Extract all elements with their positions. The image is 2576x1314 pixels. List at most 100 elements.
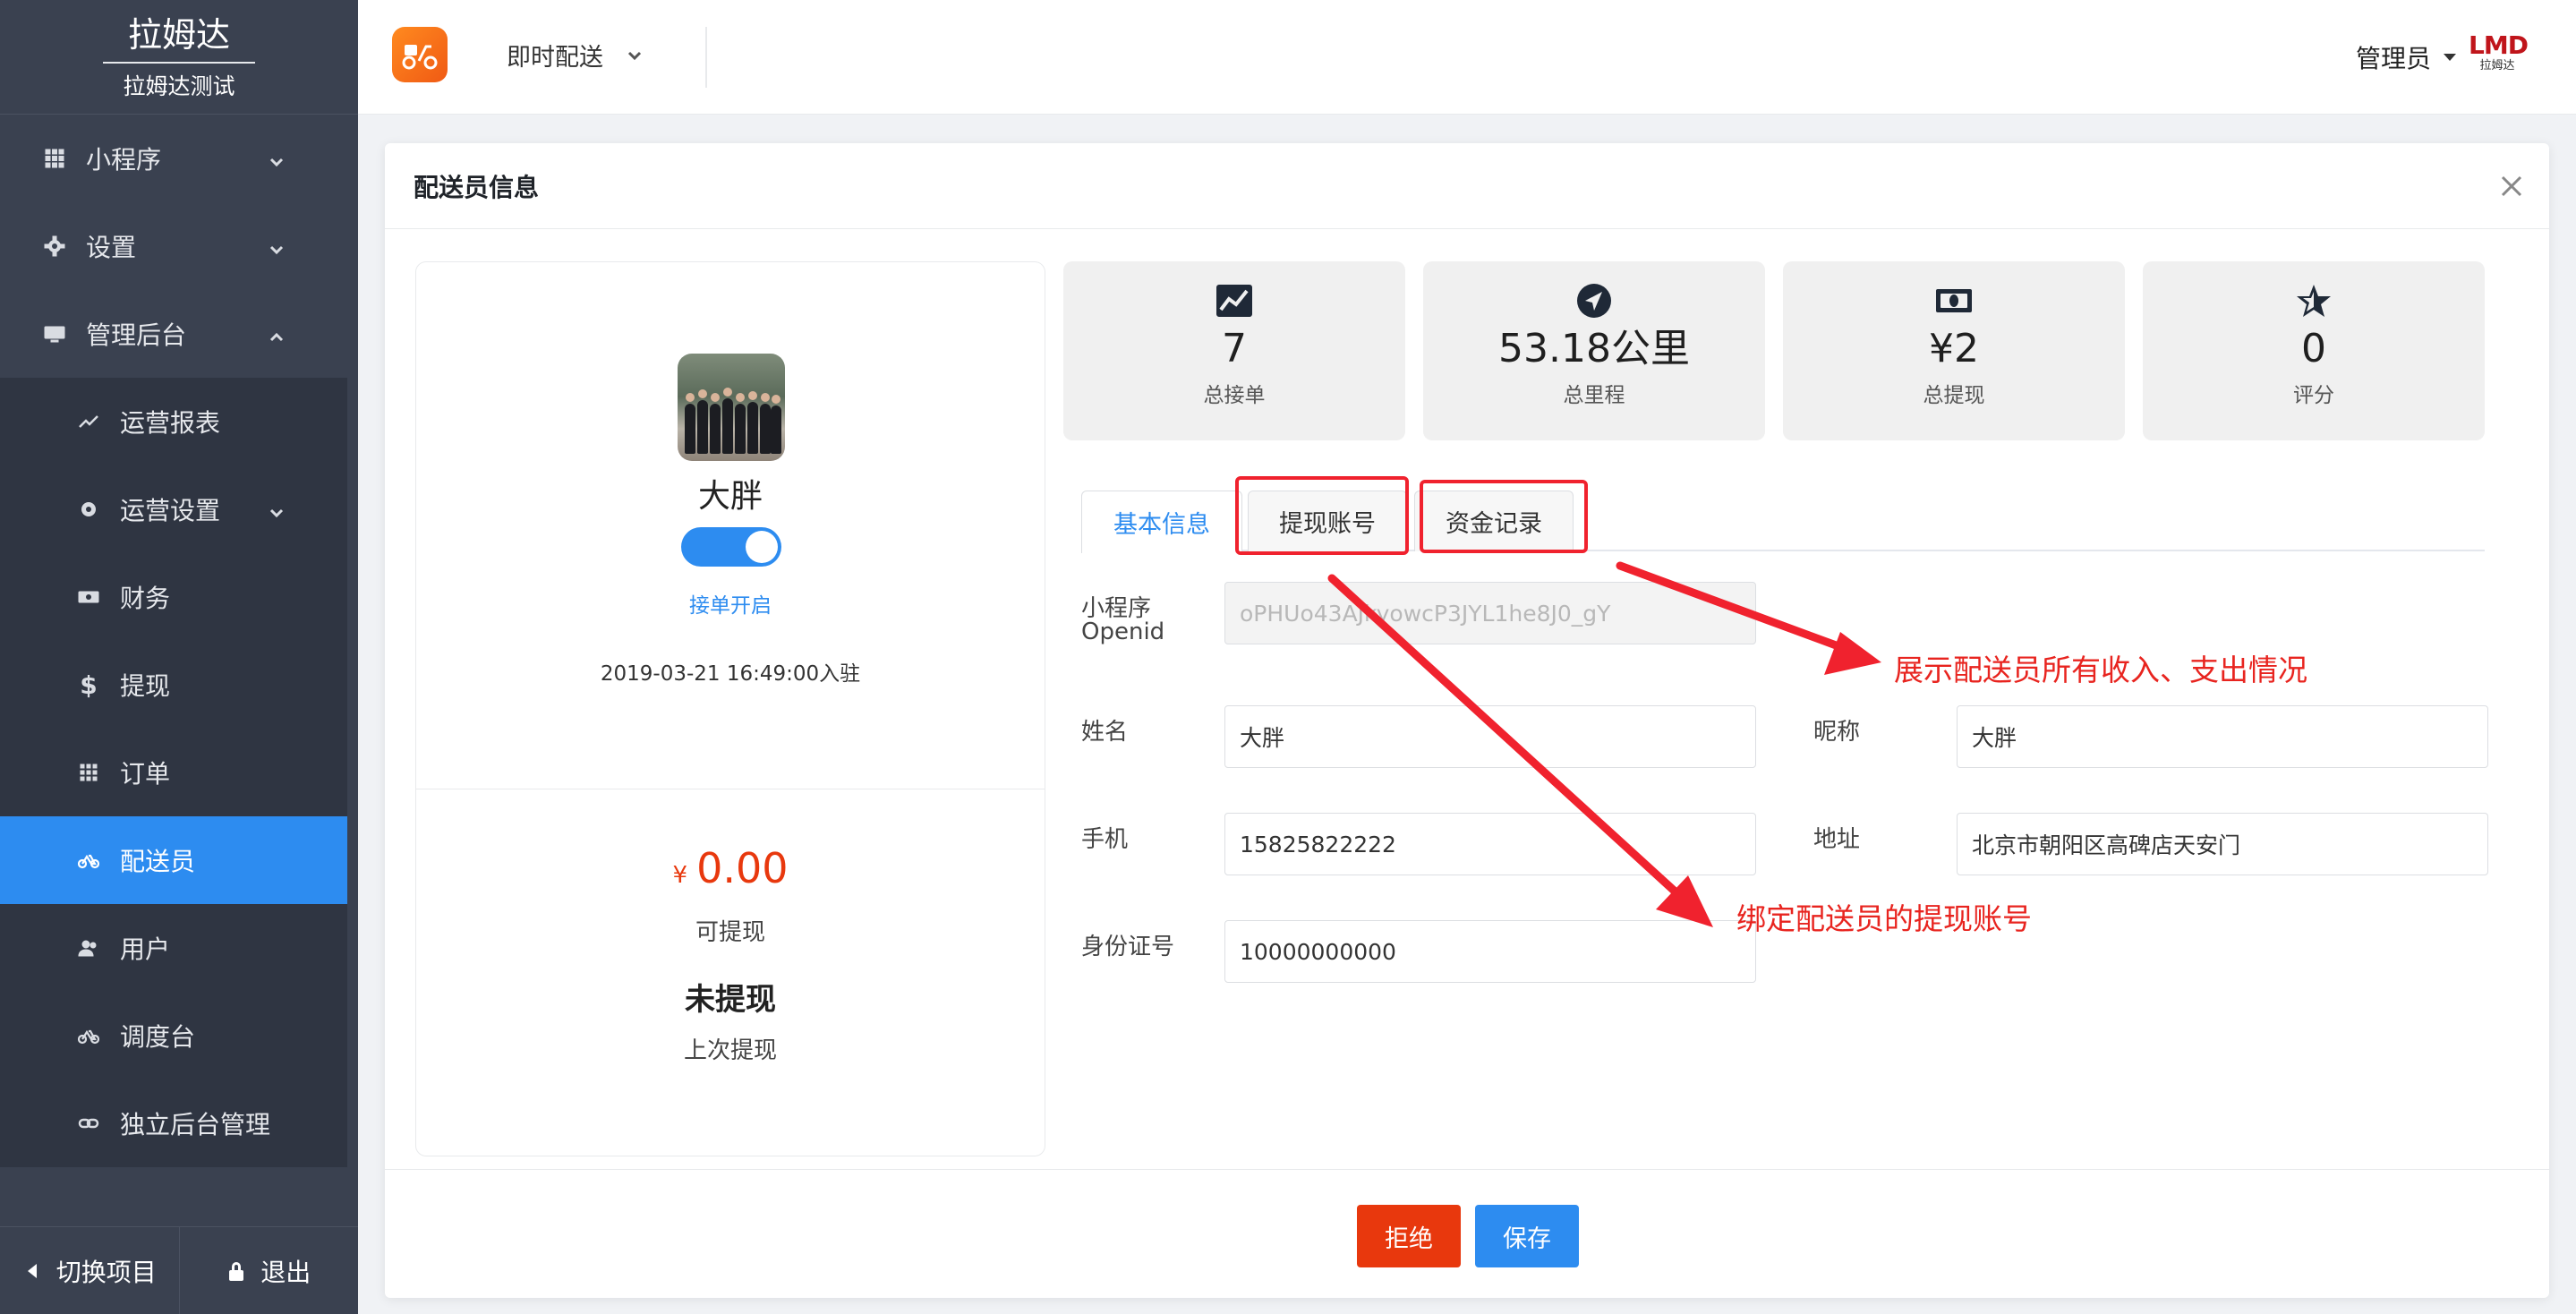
courier-info-modal: 配送员信息 大胖 接单开启 2019-03-21 16:49:00入驻 ¥0.0…	[385, 143, 2549, 1298]
logout-label: 退出	[260, 1257, 311, 1287]
openid-label-line1: 小程序	[1081, 595, 1152, 622]
location-arrow-icon	[1574, 283, 1614, 319]
chevron-down-icon	[267, 499, 286, 519]
sidebar-item-label: 财务	[120, 584, 171, 613]
sidebar-item-settings[interactable]: 设置	[0, 202, 358, 290]
logo-text: LMD	[2469, 30, 2529, 60]
save-button[interactable]: 保存	[1475, 1205, 1579, 1267]
switch-project-label: 切换项目	[55, 1257, 157, 1287]
chevron-down-icon	[627, 51, 642, 60]
sidebar-item-admin[interactable]: 管理后台	[0, 290, 358, 378]
annotation-records-note: 展示配送员所有收入、支出情况	[1894, 653, 2307, 687]
dollar-icon: $	[80, 670, 98, 700]
tab-basic-info[interactable]: 基本信息	[1081, 491, 1242, 553]
money-bill-icon	[1934, 283, 1974, 319]
address-field[interactable]: 北京市朝阳区高碑店天安门	[1957, 813, 2488, 875]
sidebar-item-label: 管理后台	[86, 320, 187, 350]
stat-label: 评分	[2293, 384, 2334, 407]
app-selector[interactable]: 即时配送	[507, 38, 644, 73]
grid-icon	[43, 147, 66, 170]
stat-value: 0	[2301, 326, 2326, 371]
toggle-label: 接单开启	[689, 594, 772, 618]
annotation-account-note: 绑定配送员的提现账号	[1736, 901, 2032, 936]
user-menu[interactable]: 管理员	[2356, 39, 2456, 75]
sidebar-item-label: 小程序	[86, 145, 162, 175]
gear-icon	[43, 235, 66, 258]
accept-orders-toggle[interactable]	[681, 527, 781, 567]
app-selector-value: 即时配送	[507, 44, 603, 72]
sidebar-nav: 小程序 设置 管理后台	[0, 115, 358, 378]
sidebar-item-withdraw[interactable]: $ 提现	[0, 641, 347, 729]
id-number-field[interactable]: 10000000000	[1224, 920, 1756, 983]
sidebar-item-label: 独立后台管理	[120, 1110, 271, 1139]
brand-subtitle: 拉姆达测试	[123, 73, 235, 99]
lock-icon	[229, 1261, 244, 1281]
sidebar-item-label: 配送员	[120, 847, 196, 876]
sidebar-item-miniprogram[interactable]: 小程序	[0, 115, 358, 202]
sidebar-item-label: 设置	[86, 233, 137, 262]
caret-down-icon	[2444, 54, 2456, 61]
withdraw-status: 未提现	[685, 982, 776, 1018]
phone-field[interactable]: 15825822222	[1224, 813, 1756, 875]
monitor-icon	[43, 322, 66, 346]
nickname-field[interactable]: 大胖	[1957, 705, 2488, 768]
admin-submenu: 运营报表 运营设置 财务 $ 提现 订单 配送员 用户 调度台 独立后台管理	[0, 378, 347, 1167]
sidebar-item-standalone-admin[interactable]: 独立后台管理	[0, 1079, 347, 1167]
openid-field[interactable]: oPHUo43AJkyowcP3JYL1he8J0_gY	[1224, 582, 1756, 644]
sidebar-item-dispatch[interactable]: 调度台	[0, 992, 347, 1079]
users-icon	[77, 936, 100, 960]
sidebar-item-reports[interactable]: 运营报表	[0, 378, 347, 465]
withdraw-label: 上次提现	[683, 1037, 777, 1064]
money-icon	[77, 585, 100, 609]
brand: 拉姆达 拉姆达测试	[0, 0, 358, 115]
cog-icon	[77, 498, 100, 521]
stat-value: 7	[1222, 326, 1247, 371]
trend-icon	[77, 410, 100, 433]
nickname-label: 昵称	[1813, 719, 1861, 746]
profile-card: 大胖 接单开启 2019-03-21 16:49:00入驻 ¥0.00 可提现 …	[415, 261, 1045, 1156]
brand-title: 拉姆达	[102, 13, 255, 64]
join-date: 2019-03-21 16:49:00入驻	[600, 662, 861, 686]
sidebar-item-label: 运营报表	[120, 408, 221, 438]
highlight-box-fund-records	[1420, 480, 1588, 553]
chevron-down-icon	[267, 149, 286, 168]
stat-label: 总提现	[1923, 384, 1985, 407]
stat-label: 总接单	[1203, 384, 1266, 407]
sidebar-item-label: 运营设置	[120, 496, 221, 525]
available-balance: ¥0.00	[416, 844, 1045, 892]
phone-label: 手机	[1081, 826, 1129, 853]
bicycle-icon	[77, 849, 100, 872]
modal-title: 配送员信息	[385, 143, 2549, 229]
address-label: 地址	[1813, 826, 1861, 853]
sidebar-footer: 切换项目 退出	[0, 1226, 358, 1314]
courier-name: 大胖	[697, 478, 763, 515]
sidebar-item-couriers[interactable]: 配送员	[0, 816, 347, 904]
stat-label: 总里程	[1563, 384, 1625, 407]
switch-project-button[interactable]: 切换项目	[0, 1227, 179, 1314]
balance-label: 可提现	[695, 919, 765, 946]
grid-icon	[77, 761, 100, 784]
top-header: 即时配送 管理员 LMD 拉姆达	[358, 0, 2576, 115]
close-icon[interactable]	[2499, 174, 2524, 199]
sidebar-item-label: 调度台	[120, 1022, 196, 1052]
sidebar-item-finance[interactable]: 财务	[0, 553, 347, 641]
balance-amount: 0.00	[696, 844, 789, 892]
logout-button[interactable]: 退出	[178, 1227, 359, 1314]
logo-subtext: 拉姆达	[2479, 59, 2515, 73]
app-logo	[392, 27, 448, 82]
name-field[interactable]: 大胖	[1224, 705, 1756, 768]
bicycle-icon	[77, 1024, 100, 1047]
name-label: 姓名	[1081, 719, 1129, 746]
header-divider	[705, 27, 707, 88]
sidebar-item-orders[interactable]: 订单	[0, 729, 347, 816]
sidebar-item-users[interactable]: 用户	[0, 904, 347, 992]
reject-button[interactable]: 拒绝	[1357, 1205, 1461, 1267]
sidebar-item-label: 订单	[120, 759, 171, 789]
sidebar-item-label: 用户	[120, 934, 171, 964]
user-name: 管理员	[2355, 44, 2431, 73]
stat-rating: 0 评分	[2143, 261, 2485, 440]
sidebar-item-ops-settings[interactable]: 运营设置	[0, 465, 347, 553]
stat-total-orders: 7 总接单	[1063, 261, 1405, 440]
company-logo: LMD 拉姆达	[2469, 30, 2529, 82]
scooter-icon	[402, 45, 438, 70]
